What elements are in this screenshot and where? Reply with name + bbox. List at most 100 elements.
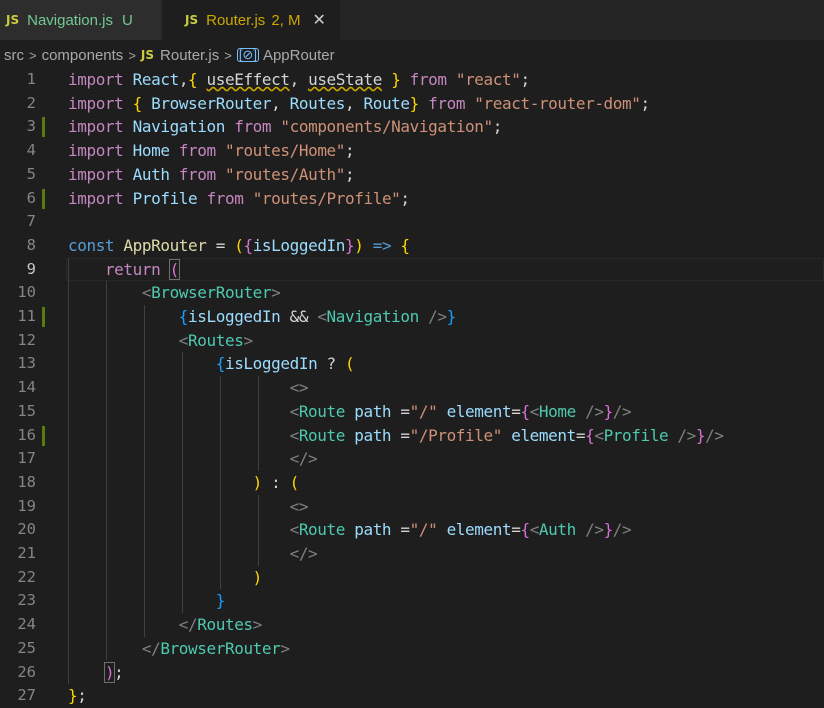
code-line[interactable]: 14 <> [0, 376, 824, 400]
code-line[interactable]: 18 ) : ( [0, 471, 824, 495]
code-token: isLoggedIn [252, 235, 346, 255]
code-token: isLoggedIn [188, 307, 281, 326]
code-text: ) : ( [68, 471, 300, 495]
code-token: import [68, 141, 133, 161]
line-number: 14 [17, 378, 36, 397]
chevron-right-icon: > [128, 47, 136, 63]
code-token: < [289, 401, 300, 421]
code-token: from [169, 164, 225, 184]
code-token: /> [668, 425, 696, 445]
code-token: </> [289, 544, 318, 563]
line-number: 5 [26, 164, 36, 183]
code-token: from [418, 93, 475, 113]
breadcrumb: src > components > JS Router.js > [⊘] Ap… [0, 43, 335, 67]
breadcrumb-item-file[interactable]: Router.js [160, 47, 219, 64]
code-line[interactable]: 26 ); [0, 661, 824, 685]
line-number: 12 [17, 330, 36, 349]
code-token: { [520, 401, 530, 421]
code-line[interactable]: 24 </Routes> [0, 613, 824, 637]
line-number: 24 [17, 615, 36, 634]
code-line[interactable]: 22 ) [0, 566, 824, 590]
code-token: < [529, 520, 540, 540]
code-line[interactable]: 19 <> [0, 495, 824, 519]
code-token: useEffect [206, 70, 291, 89]
chevron-right-icon: > [29, 47, 37, 63]
code-line[interactable]: 10 <BrowserRouter> [0, 281, 824, 305]
code-line[interactable]: 17 </> [0, 447, 824, 471]
code-line[interactable]: 7 [0, 210, 824, 234]
tab-router-js[interactable]: JS Router.js 2, M ✕ [162, 0, 340, 40]
code-line[interactable]: 4 import Home from "routes/Home"; [0, 139, 824, 163]
code-line[interactable]: 15 <Route path ="/" element={<Home />}/> [0, 400, 824, 424]
code-line[interactable]: 20 <Route path ="/" element={<Auth />}/> [0, 518, 824, 542]
breadcrumb-item-src[interactable]: src [4, 47, 24, 64]
code-token: { [188, 70, 207, 89]
code-token: ( [168, 258, 180, 280]
tab-navigation-js[interactable]: JS Navigation.js U [0, 0, 161, 40]
code-token: path [345, 401, 392, 421]
code-line[interactable]: 3 import Navigation from "components/Navi… [0, 115, 824, 139]
code-line[interactable]: 11 {isLoggedIn && <Navigation />} [0, 305, 824, 329]
code-token: ) [252, 472, 263, 492]
code-line[interactable]: 2 import { BrowserRouter, Routes, Route} … [0, 92, 824, 116]
code-line[interactable]: 6 import Profile from "routes/Profile"; [0, 187, 824, 211]
code-line[interactable]: 21 </> [0, 542, 824, 566]
code-token: from [197, 188, 253, 208]
indent-guide [220, 376, 221, 590]
code-token: = [206, 235, 235, 255]
code-token: Navigation [326, 307, 420, 326]
line-number: 22 [17, 567, 36, 586]
code-line[interactable]: 1 import React,{ useEffect, useState } fr… [0, 68, 824, 92]
code-token: Route [298, 425, 346, 445]
code-line[interactable]: 5 import Auth from "routes/Auth"; [0, 163, 824, 187]
code-token: path [345, 425, 392, 445]
code-token: Home [538, 401, 576, 421]
code-line[interactable]: 27}; [0, 684, 824, 708]
code-token: /> [575, 520, 604, 540]
code-token: import [68, 164, 133, 184]
code-token: > [271, 283, 281, 303]
code-token: const [68, 235, 124, 255]
code-token: } [409, 93, 420, 113]
code-line[interactable]: 25 </BrowserRouter> [0, 637, 824, 661]
breadcrumb-item-symbol[interactable]: AppRouter [263, 47, 335, 64]
code-token: path [345, 520, 392, 540]
code-text: ); [68, 661, 124, 685]
code-text: import React,{ useEffect, useState } fro… [68, 68, 530, 92]
code-token: < [289, 425, 300, 445]
code-token: "react-router-dom" [474, 93, 641, 113]
code-token: ; [640, 93, 651, 113]
code-token: BrowserRouter [151, 93, 272, 113]
code-token: element [437, 401, 512, 421]
code-line[interactable]: 16 <Route path ="/Profile" element={<Pro… [0, 424, 824, 448]
code-token: ) [252, 567, 263, 587]
line-number: 19 [17, 496, 36, 515]
code-token: > [243, 330, 253, 350]
code-token: AppRouter [123, 235, 207, 255]
code-text: <> [68, 376, 309, 400]
line-number: 17 [17, 449, 36, 468]
close-icon[interactable]: ✕ [313, 10, 326, 30]
code-line[interactable]: 9 return ( [0, 257, 824, 282]
code-line[interactable]: 12 <Routes> [0, 329, 824, 353]
code-line[interactable]: 23 } [0, 589, 824, 613]
code-token: </ [141, 638, 161, 658]
code-line[interactable]: 13 {isLoggedIn ? ( [0, 352, 824, 376]
breadcrumb-item-components[interactable]: components [42, 47, 124, 64]
line-number: 16 [17, 425, 36, 444]
code-token: ) [103, 661, 116, 683]
code-line[interactable]: 8 const AppRouter = ({isLoggedIn}) => { [0, 234, 824, 258]
line-number: 20 [17, 520, 36, 539]
code-token: React [132, 70, 180, 89]
code-token: , [271, 93, 290, 113]
code-text: import Auth from "routes/Auth"; [68, 163, 355, 187]
code-token: < [594, 425, 604, 445]
js-file-icon: JS [185, 13, 199, 27]
